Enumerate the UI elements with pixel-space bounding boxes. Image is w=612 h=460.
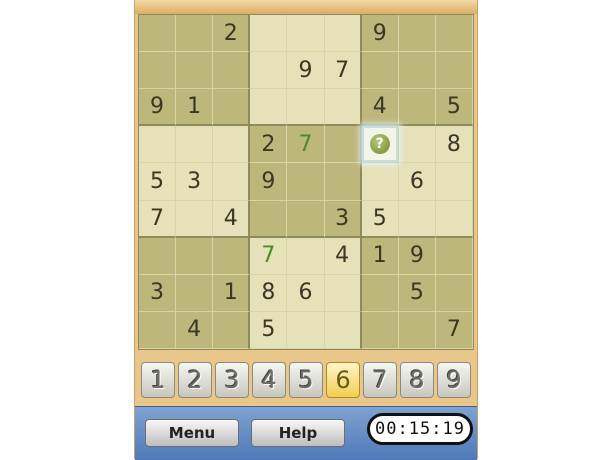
number-key-3[interactable]: 3: [215, 362, 249, 398]
grid-cell-r6-c1[interactable]: 7: [139, 200, 177, 238]
grid-cell-r7-c7[interactable]: 1: [361, 237, 399, 275]
grid-cell-r7-c8[interactable]: 9: [398, 237, 436, 275]
grid-cell-r3-c6[interactable]: [324, 89, 362, 127]
grid-cell-r4-c9[interactable]: 8: [435, 126, 473, 164]
grid-cell-r5-c3[interactable]: [213, 163, 251, 201]
grid-cell-r9-c5[interactable]: [287, 311, 325, 349]
grid-cell-r7-c6[interactable]: 4: [324, 237, 362, 275]
grid-cell-r6-c7[interactable]: 5: [361, 200, 399, 238]
grid-cell-r3-c9[interactable]: 5: [435, 89, 473, 127]
grid-cell-r1-c6[interactable]: [324, 15, 362, 53]
grid-cell-r4-c5[interactable]: 7: [287, 126, 325, 164]
grid-cell-r1-c2[interactable]: [176, 15, 214, 53]
grid-cell-r5-c6[interactable]: [324, 163, 362, 201]
grid-cell-r1-c8[interactable]: [398, 15, 436, 53]
grid-cell-r9-c6[interactable]: [324, 311, 362, 349]
help-button[interactable]: Help: [251, 419, 345, 447]
grid-cell-r5-c9[interactable]: [435, 163, 473, 201]
grid-cell-r1-c1[interactable]: [139, 15, 177, 53]
grid-cell-r2-c6[interactable]: 7: [324, 52, 362, 90]
menu-button[interactable]: Menu: [145, 419, 239, 447]
sudoku-grid: 2 9 9 7 9 1 4 5 2 7? 8 5 3 9 6 7 4 3 5 7 4 1 9 3 1 8 6 5 4 5 7: [138, 14, 474, 350]
grid-cell-r1-c4[interactable]: [250, 15, 288, 53]
device-frame: 2 9 9 7 9 1 4 5 2 7? 8 5 3 9 6 7 4 3 5 7 4 1 9 3 1 8 6 5 4 5 7 1234567…: [134, 0, 478, 460]
grid-cell-r3-c3[interactable]: [213, 89, 251, 127]
grid-cell-r8-c2[interactable]: [176, 274, 214, 312]
grid-cell-r2-c2[interactable]: [176, 52, 214, 90]
grid-cell-r1-c7[interactable]: 9: [361, 15, 399, 53]
grid-cell-r4-c7[interactable]: ?: [361, 126, 399, 164]
grid-cell-r2-c8[interactable]: [398, 52, 436, 90]
grid-cell-r1-c3[interactable]: 2: [213, 15, 251, 53]
grid-cell-r4-c8[interactable]: [398, 126, 436, 164]
grid-cell-r8-c4[interactable]: 8: [250, 274, 288, 312]
grid-cell-r8-c9[interactable]: [435, 274, 473, 312]
grid-cell-r3-c4[interactable]: [250, 89, 288, 127]
grid-cell-r8-c7[interactable]: [361, 274, 399, 312]
grid-cell-r5-c5[interactable]: [287, 163, 325, 201]
grid-cell-r3-c7[interactable]: 4: [361, 89, 399, 127]
grid-cell-r6-c8[interactable]: [398, 200, 436, 238]
grid-cell-r6-c4[interactable]: [250, 200, 288, 238]
grid-cell-r3-c2[interactable]: 1: [176, 89, 214, 127]
grid-cell-r2-c7[interactable]: [361, 52, 399, 90]
grid-cell-r9-c1[interactable]: [139, 311, 177, 349]
number-key-8[interactable]: 8: [400, 362, 434, 398]
grid-cell-r6-c2[interactable]: [176, 200, 214, 238]
grid-cell-r9-c4[interactable]: 5: [250, 311, 288, 349]
number-key-2[interactable]: 2: [178, 362, 212, 398]
grid-cell-r5-c7[interactable]: [361, 163, 399, 201]
grid-cell-r7-c2[interactable]: [176, 237, 214, 275]
grid-cell-r8-c3[interactable]: 1: [213, 274, 251, 312]
grid-cell-r2-c3[interactable]: [213, 52, 251, 90]
grid-cell-r3-c8[interactable]: [398, 89, 436, 127]
grid-cell-r8-c5[interactable]: 6: [287, 274, 325, 312]
number-key-7[interactable]: 7: [363, 362, 397, 398]
grid-cell-r7-c9[interactable]: [435, 237, 473, 275]
grid-cell-r5-c1[interactable]: 5: [139, 163, 177, 201]
grid-cell-r9-c3[interactable]: [213, 311, 251, 349]
grid-cell-r8-c6[interactable]: [324, 274, 362, 312]
grid-cell-r6-c5[interactable]: [287, 200, 325, 238]
grid-cell-r4-c4[interactable]: 2: [250, 126, 288, 164]
grid-cell-r6-c9[interactable]: [435, 200, 473, 238]
grid-cell-r9-c2[interactable]: 4: [176, 311, 214, 349]
top-bar: [135, 0, 477, 14]
number-key-4[interactable]: 4: [252, 362, 286, 398]
grid-cell-r4-c6[interactable]: [324, 126, 362, 164]
grid-cell-r8-c1[interactable]: 3: [139, 274, 177, 312]
grid-cell-r7-c3[interactable]: [213, 237, 251, 275]
number-key-6[interactable]: 6: [326, 362, 360, 398]
grid-cell-r2-c4[interactable]: [250, 52, 288, 90]
grid-cell-r2-c5[interactable]: 9: [287, 52, 325, 90]
grid-cell-r7-c5[interactable]: [287, 237, 325, 275]
grid-cell-r5-c4[interactable]: 9: [250, 163, 288, 201]
grid-cell-r9-c8[interactable]: [398, 311, 436, 349]
grid-cell-r4-c1[interactable]: [139, 126, 177, 164]
grid-cell-r6-c6[interactable]: 3: [324, 200, 362, 238]
grid-cell-r1-c5[interactable]: [287, 15, 325, 53]
grid-cell-r2-c9[interactable]: [435, 52, 473, 90]
hint-question-icon: ?: [369, 134, 390, 155]
grid-cell-r4-c2[interactable]: [176, 126, 214, 164]
grid-cell-r7-c4[interactable]: 7: [250, 237, 288, 275]
number-key-5[interactable]: 5: [289, 362, 323, 398]
grid-cell-r1-c9[interactable]: [435, 15, 473, 53]
number-pad: 123456789: [139, 362, 473, 400]
grid-cell-r9-c7[interactable]: [361, 311, 399, 349]
grid-cell-r5-c2[interactable]: 3: [176, 163, 214, 201]
game-timer: 00:15:19: [367, 413, 473, 445]
grid-cell-r2-c1[interactable]: [139, 52, 177, 90]
grid-cell-r6-c3[interactable]: 4: [213, 200, 251, 238]
grid-cell-r3-c5[interactable]: [287, 89, 325, 127]
grid-cell-r5-c8[interactable]: 6: [398, 163, 436, 201]
grid-cell-r9-c9[interactable]: 7: [435, 311, 473, 349]
number-key-1[interactable]: 1: [141, 362, 175, 398]
number-key-9[interactable]: 9: [437, 362, 471, 398]
grid-cell-r8-c8[interactable]: 5: [398, 274, 436, 312]
grid-cell-r3-c1[interactable]: 9: [139, 89, 177, 127]
grid-cell-r4-c3[interactable]: [213, 126, 251, 164]
grid-cell-r7-c1[interactable]: [139, 237, 177, 275]
bottom-bar: Menu Help 00:15:19: [135, 406, 477, 460]
